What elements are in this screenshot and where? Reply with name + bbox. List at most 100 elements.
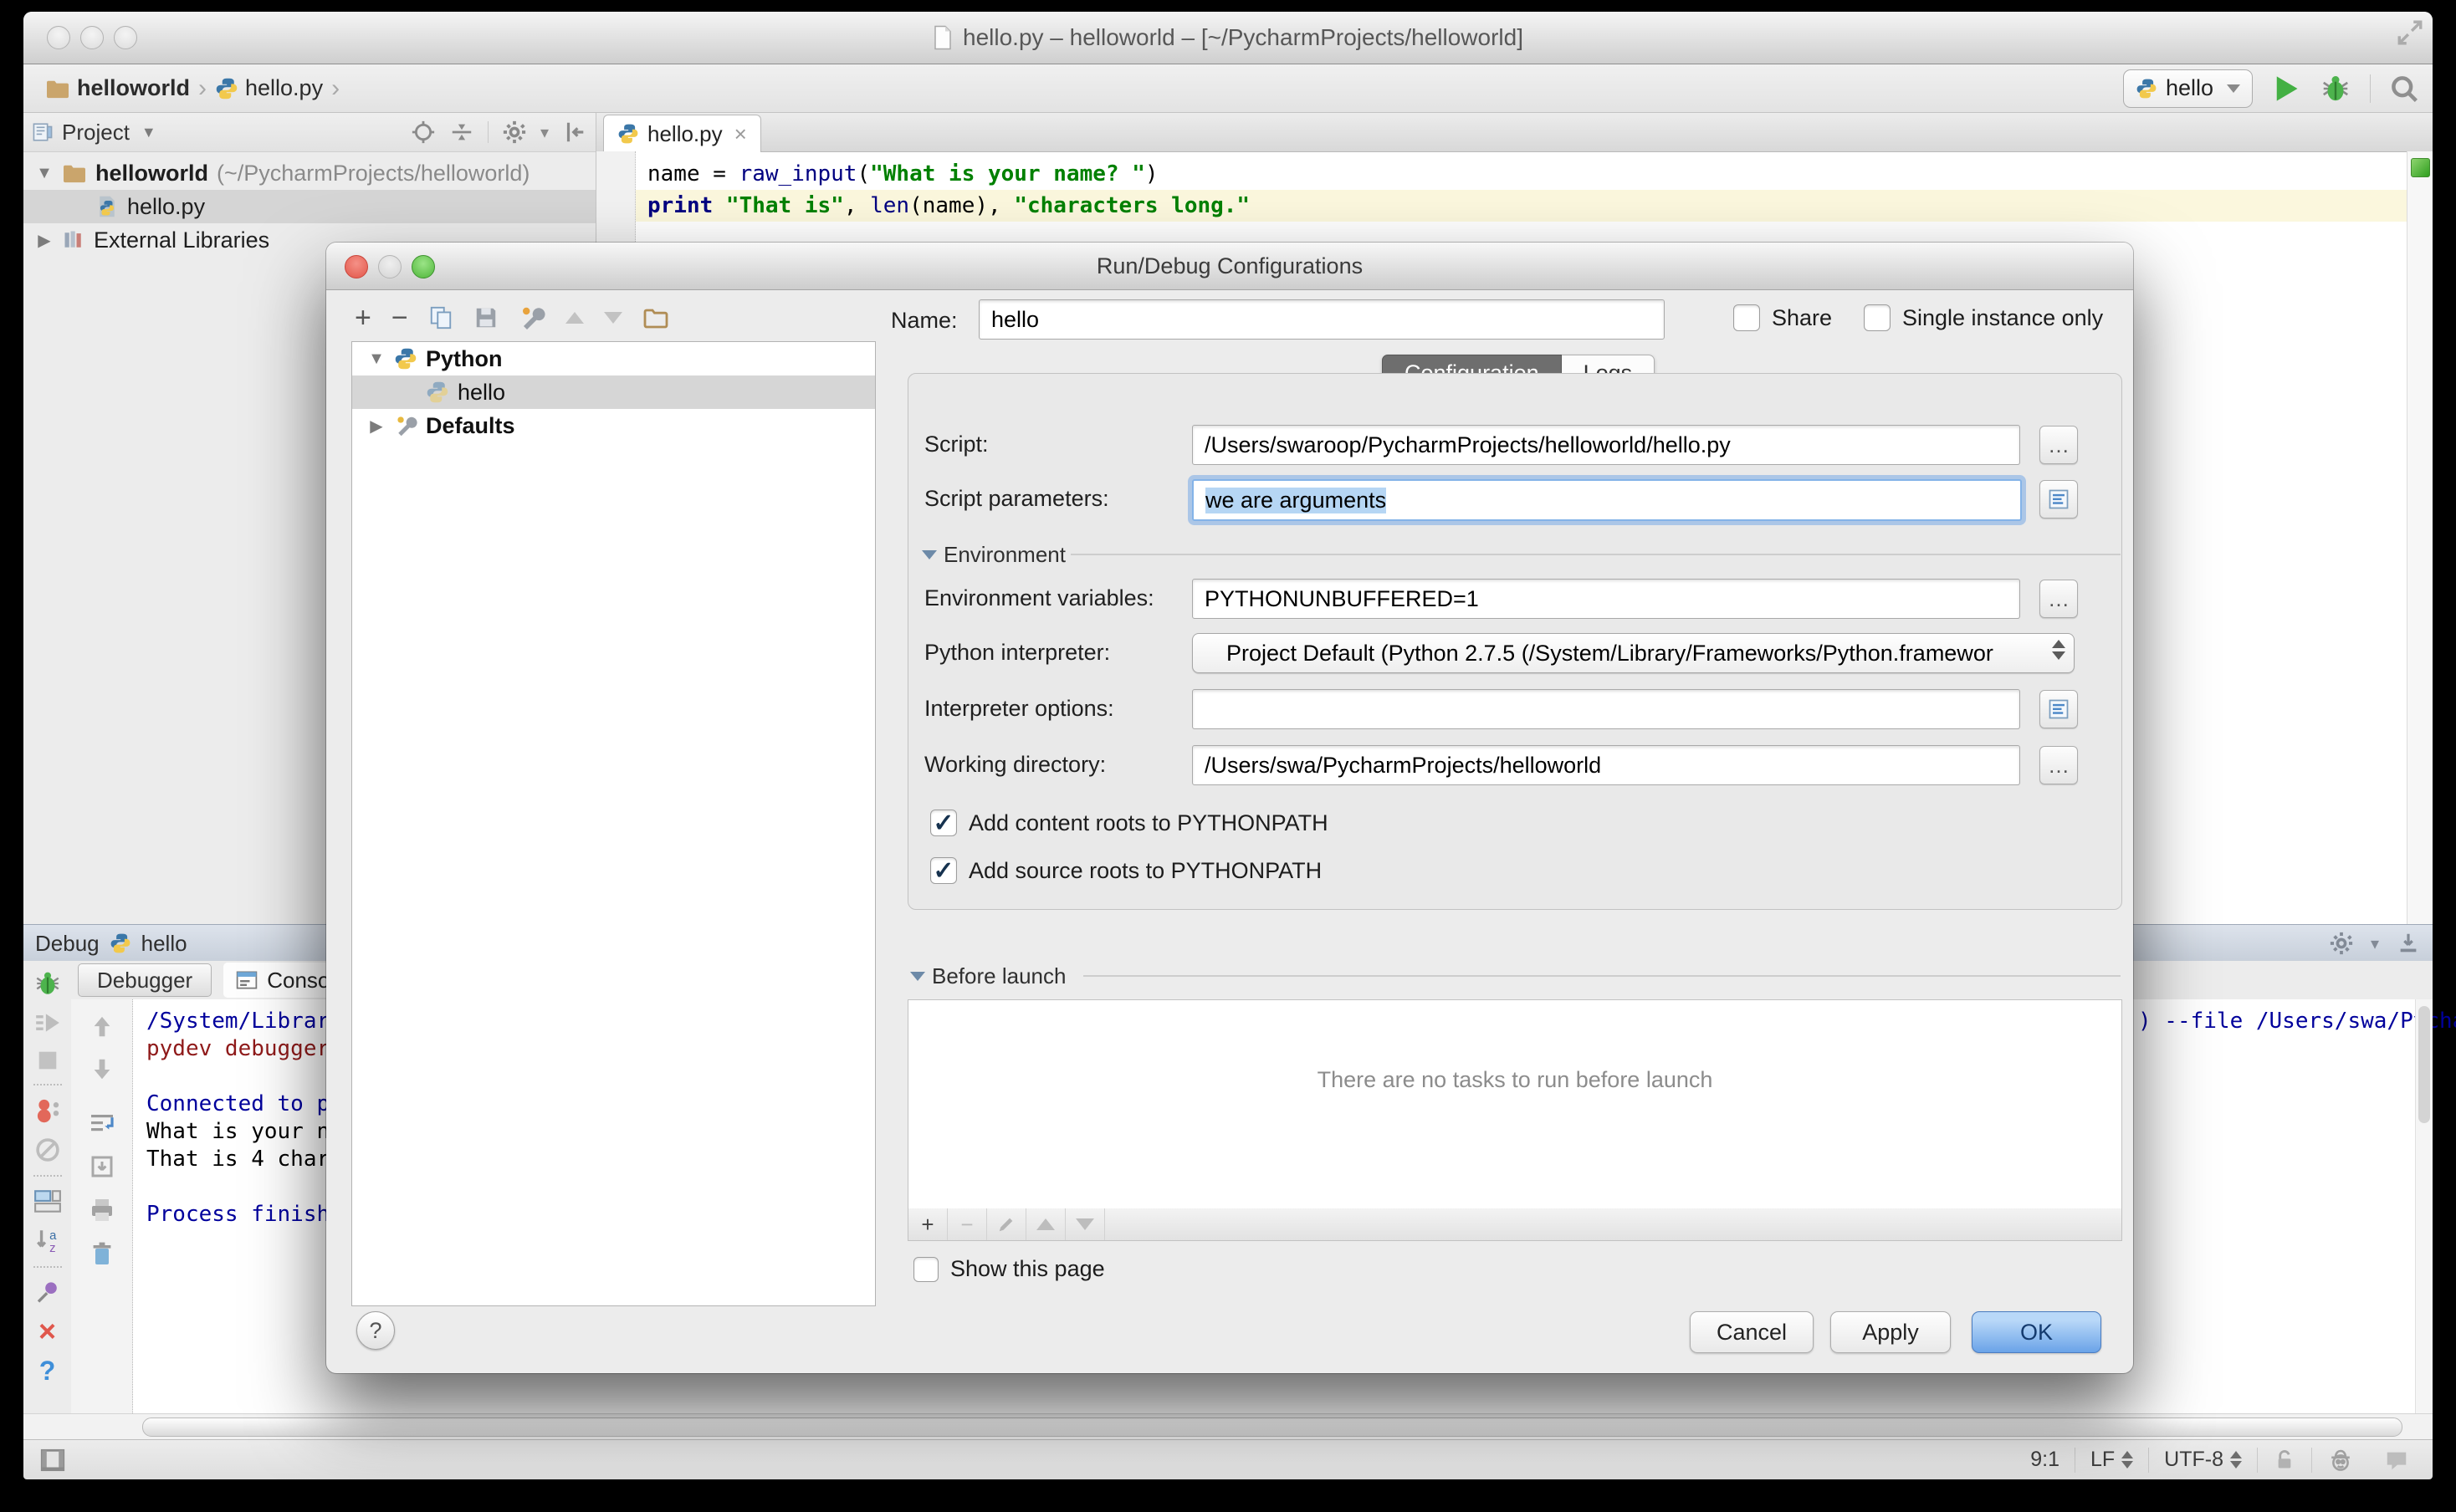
before-launch-section-header[interactable]: Before launch (910, 963, 1066, 989)
create-folder-icon[interactable] (642, 306, 669, 329)
single-instance-checkbox[interactable] (1864, 304, 1891, 331)
dialog-titlebar[interactable]: Run/Debug Configurations (326, 243, 2133, 290)
add-content-roots-row[interactable]: ✓ Add content roots to PYTHONPATH (930, 810, 1328, 836)
add-source-roots-row[interactable]: ✓ Add source roots to PYTHONPATH (930, 857, 1322, 884)
edit-defaults-icon[interactable] (519, 304, 545, 331)
view-breakpoints-icon[interactable] (33, 1096, 62, 1125)
error-stripe[interactable] (2407, 151, 2433, 924)
copy-configuration-icon[interactable] (428, 304, 453, 331)
run-configuration-selector[interactable]: hello (2123, 69, 2253, 108)
show-this-page-checkbox[interactable] (913, 1257, 939, 1282)
add-source-roots-checkbox[interactable]: ✓ (930, 857, 957, 884)
environment-variables-field[interactable]: PYTHONUNBUFFERED=1 (1192, 579, 2020, 619)
before-launch-task-list[interactable]: There are no tasks to run before launch (908, 999, 2122, 1210)
single-instance-checkbox-row[interactable]: Single instance only (1864, 304, 2103, 331)
tab-debugger[interactable]: Debugger (78, 963, 212, 997)
tree-row-project-root[interactable]: ▼ helloworld (~/PycharmProjects/hellowor… (23, 156, 596, 190)
search-icon[interactable] (2389, 74, 2419, 104)
soft-wrap-icon[interactable] (89, 1110, 115, 1137)
script-parameters-field[interactable]: we are arguments (1192, 479, 2022, 521)
clear-console-icon[interactable] (89, 1240, 115, 1267)
breadcrumb-project[interactable]: helloworld (77, 75, 190, 101)
debug-button[interactable] (2320, 73, 2351, 105)
script-field[interactable]: /Users/swaroop/PycharmProjects/helloworl… (1192, 425, 2020, 465)
expander-closed-icon[interactable]: ▶ (35, 230, 54, 251)
resume-icon[interactable] (33, 1009, 62, 1037)
project-panel-header[interactable]: Project ▼ ▾ (23, 113, 596, 152)
remove-task-button[interactable]: − (948, 1208, 987, 1240)
move-task-down-button[interactable] (1066, 1208, 1105, 1240)
cancel-button[interactable]: Cancel (1690, 1311, 1814, 1353)
add-task-button[interactable]: + (908, 1208, 948, 1240)
fullscreen-icon[interactable] (2396, 18, 2424, 47)
readonly-toggle[interactable] (2257, 1448, 2311, 1473)
environment-section-header[interactable]: Environment (922, 542, 1066, 568)
move-up-icon[interactable] (565, 312, 584, 324)
window-titlebar[interactable]: hello.py – helloworld – [~/PycharmProjec… (23, 12, 2433, 64)
expander-open-icon[interactable]: ▼ (35, 164, 54, 183)
sort-alphabetically-icon[interactable]: az (33, 1227, 62, 1255)
editor-tab-hello-py[interactable]: hello.py × (603, 115, 761, 152)
hide-panel-icon[interactable] (562, 120, 587, 145)
working-directory-field[interactable]: /Users/swa/PycharmProjects/helloworld (1192, 745, 2020, 785)
remove-configuration-button[interactable]: − (391, 304, 408, 332)
code-line[interactable]: print "That is", len(name), "characters … (636, 190, 2407, 222)
code-line[interactable]: name = raw_input("What is your name? ") (636, 158, 2407, 190)
show-this-page-row[interactable]: Show this page (913, 1256, 1105, 1282)
add-content-roots-checkbox[interactable]: ✓ (930, 810, 957, 836)
tree-row-defaults[interactable]: ▶ Defaults (352, 409, 875, 442)
collapse-all-icon[interactable] (449, 120, 474, 145)
stop-icon[interactable] (35, 1048, 60, 1073)
working-directory-browse-button[interactable]: … (2039, 746, 2078, 784)
inspection-profile-widget[interactable] (2311, 1448, 2369, 1473)
hide-tool-window-icon[interactable] (2396, 931, 2421, 956)
console-horizontal-scrollbar[interactable] (23, 1413, 2433, 1439)
breadcrumb-file[interactable]: hello.py (245, 75, 323, 101)
tree-row-hello-py[interactable]: hello.py (23, 190, 596, 223)
share-checkbox[interactable] (1733, 304, 1760, 331)
scrollbar-thumb[interactable] (2418, 1006, 2430, 1123)
move-task-up-button[interactable] (1026, 1208, 1066, 1240)
expander-closed-icon[interactable]: ▶ (367, 416, 386, 437)
console-output[interactable]: /System/Library/pydev debugger: Connecte… (146, 1008, 356, 1228)
help-icon[interactable]: ? (39, 1357, 56, 1384)
interpreter-options-expand-button[interactable] (2039, 690, 2078, 728)
restore-layout-icon[interactable] (33, 1188, 62, 1216)
caret-position-widget[interactable]: 9:1 (2015, 1448, 2075, 1473)
expander-open-icon[interactable]: ▼ (367, 350, 386, 369)
share-checkbox-row[interactable]: Share (1733, 304, 1832, 331)
script-browse-button[interactable]: … (2039, 426, 2078, 464)
close-tab-icon[interactable]: × (734, 121, 747, 147)
locate-icon[interactable] (411, 120, 436, 145)
down-stack-trace-icon[interactable] (90, 1056, 115, 1081)
name-field[interactable]: hello (979, 299, 1665, 340)
tree-row-python-group[interactable]: ▼ Python (352, 342, 875, 375)
chevron-down-icon[interactable]: ▼ (141, 124, 156, 141)
scrollbar-thumb[interactable] (142, 1418, 2402, 1437)
notifications-widget[interactable] (2369, 1448, 2424, 1473)
encoding-widget[interactable]: UTF-8 (2148, 1448, 2257, 1473)
move-down-icon[interactable] (604, 312, 622, 324)
edit-task-button[interactable] (987, 1208, 1026, 1240)
toggle-toolbars-icon[interactable] (38, 1446, 67, 1474)
scroll-to-end-icon[interactable] (89, 1153, 115, 1180)
run-button[interactable] (2271, 74, 2301, 104)
console-vertical-scrollbar[interactable] (2415, 999, 2433, 1413)
help-button[interactable]: ? (356, 1311, 395, 1350)
mute-breakpoints-icon[interactable] (33, 1136, 62, 1164)
close-tool-window-icon[interactable]: × (38, 1316, 56, 1346)
up-stack-trace-icon[interactable] (90, 1014, 115, 1040)
print-icon[interactable] (89, 1197, 115, 1223)
apply-button[interactable]: Apply (1830, 1311, 1951, 1353)
script-parameters-expand-button[interactable] (2039, 480, 2078, 518)
rerun-debug-icon[interactable] (33, 969, 62, 998)
tree-row-hello-config[interactable]: hello (352, 375, 875, 409)
python-interpreter-select[interactable]: Project Default (Python 2.7.5 (/System/L… (1192, 633, 2075, 673)
environment-variables-browse-button[interactable]: … (2039, 580, 2078, 618)
save-configuration-icon[interactable] (473, 305, 499, 330)
interpreter-options-field[interactable] (1192, 689, 2020, 729)
ok-button[interactable]: OK (1972, 1311, 2101, 1353)
pin-tab-icon[interactable] (34, 1279, 61, 1305)
add-configuration-button[interactable]: + (355, 304, 371, 332)
line-separator-widget[interactable]: LF (2075, 1448, 2148, 1473)
